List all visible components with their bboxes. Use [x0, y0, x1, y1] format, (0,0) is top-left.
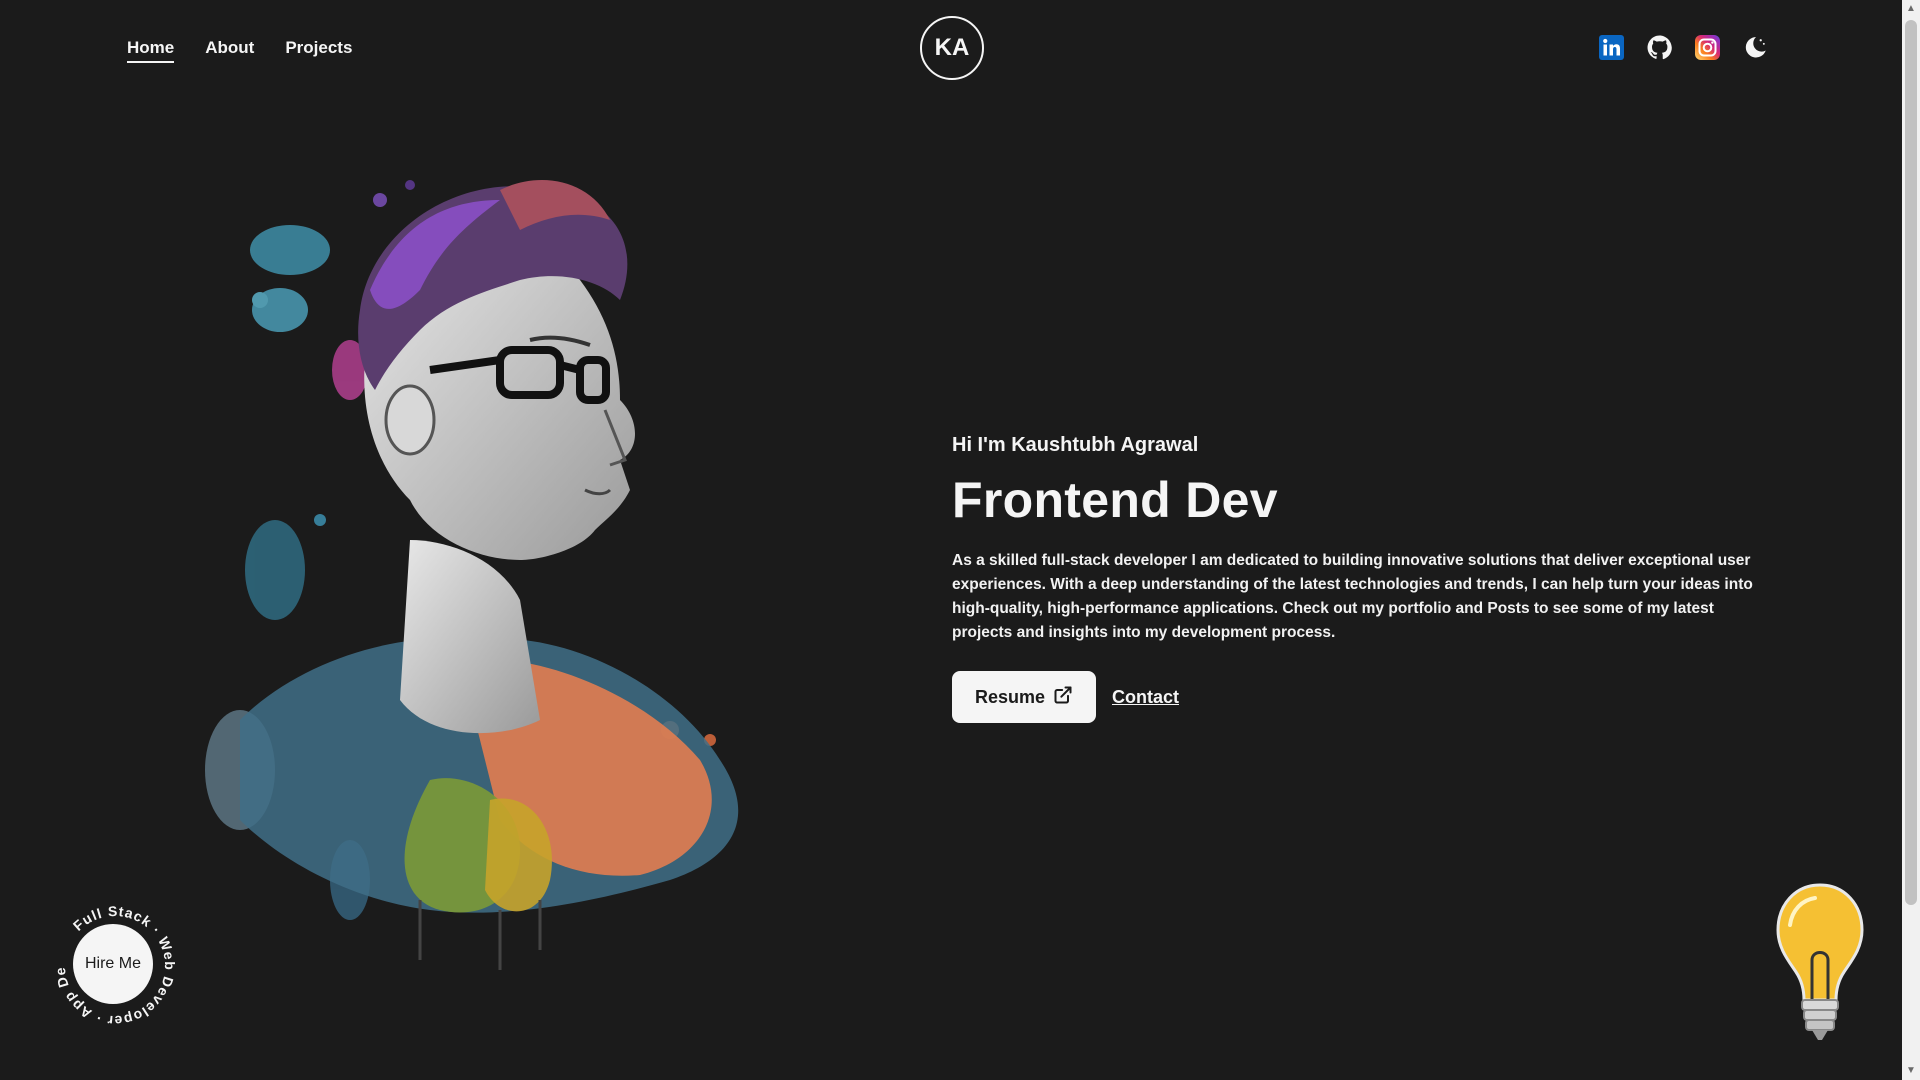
scrollbar-thumb[interactable]	[1905, 20, 1917, 905]
scroll-up-arrow-icon[interactable]: ▲	[1902, 0, 1920, 18]
contact-link[interactable]: Contact	[1112, 687, 1179, 708]
lightbulb-icon[interactable]	[1770, 880, 1870, 1060]
hero-actions: Resume Contact	[952, 671, 1772, 723]
linkedin-icon[interactable]	[1598, 34, 1625, 61]
hero-title: Frontend Dev	[952, 472, 1278, 528]
hero-description: As a skilled full-stack developer I am d…	[952, 552, 1753, 641]
social-links	[1598, 34, 1769, 61]
instagram-icon[interactable]	[1694, 34, 1721, 61]
resume-button[interactable]: Resume	[952, 671, 1096, 723]
hero-greeting: Hi I'm Kaushtubh Agrawal	[952, 434, 1199, 456]
nav-about-link[interactable]: About	[205, 38, 254, 63]
resume-button-label: Resume	[974, 686, 1046, 707]
logo-badge[interactable]: KA	[920, 16, 984, 80]
hire-me-button[interactable]: Hire Me	[73, 924, 153, 1004]
site-header: Home About Projects KA	[0, 0, 1902, 98]
hire-me-badge[interactable]: Full Stack · Web Developer · App Develop…	[50, 893, 177, 1029]
profile-illustration	[200, 160, 800, 980]
main-nav: Home About Projects	[127, 38, 352, 63]
moon-icon[interactable]	[1742, 34, 1769, 61]
hero-section: Hi I'm Kaushtubh Agrawal Frontend Dev As…	[952, 434, 1772, 723]
nav-home-link[interactable]: Home	[127, 38, 175, 63]
github-icon[interactable]	[1646, 34, 1673, 61]
nav-projects-link[interactable]: Projects	[285, 38, 352, 63]
external-link-icon	[1053, 685, 1073, 710]
scroll-down-arrow-icon[interactable]: ▼	[1902, 1062, 1920, 1080]
page-scrollbar[interactable]: ▲ ▼	[1902, 0, 1920, 1080]
